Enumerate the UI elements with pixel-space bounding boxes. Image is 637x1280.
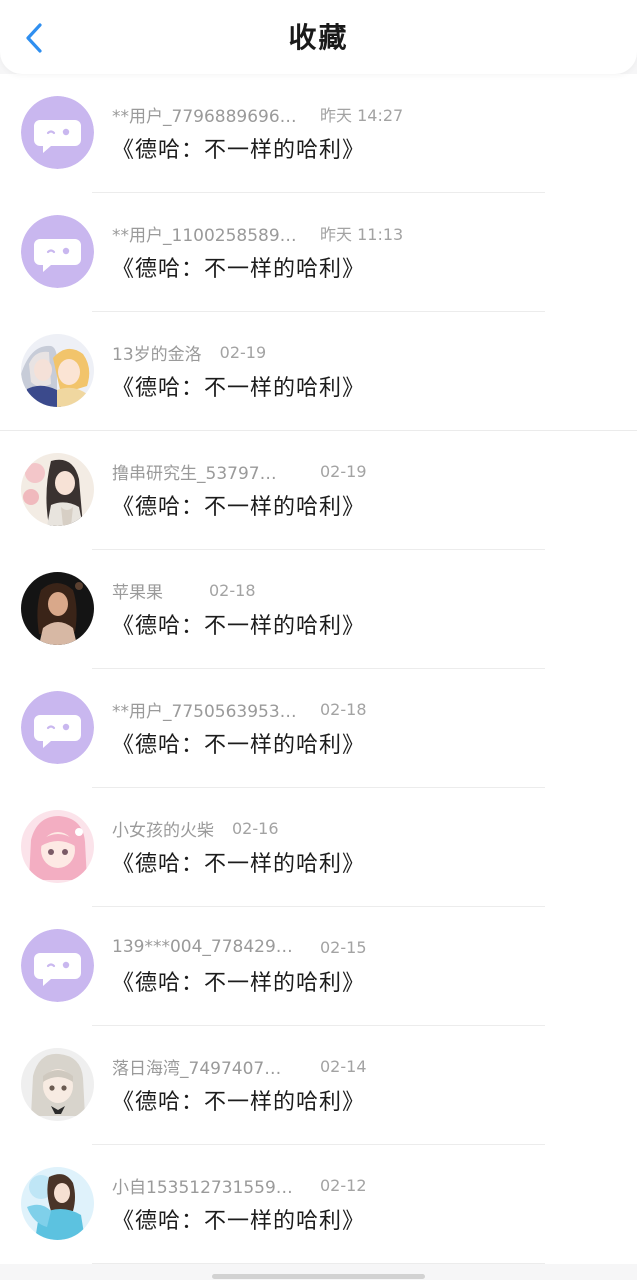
item-meta: **用户_1100258589… 昨天 11:13 bbox=[112, 221, 404, 246]
list-item[interactable]: 小女孩的火柴 02-16 《德哈：不一样的哈利》 bbox=[0, 788, 637, 907]
username[interactable]: **用户_1100258589… bbox=[112, 221, 298, 246]
page-title: 收藏 bbox=[288, 21, 349, 54]
list-item[interactable]: 撸串研究生_53797… 02-19 《德哈：不一样的哈利》 bbox=[0, 431, 637, 550]
photo-woman-avatar-icon bbox=[21, 572, 94, 645]
list-item[interactable]: **用户_7750563953… 02-18 《德哈：不一样的哈利》 bbox=[0, 669, 637, 788]
book-title: 《德哈：不一样的哈利》 bbox=[112, 495, 366, 520]
book-title: 《德哈：不一样的哈利》 bbox=[112, 852, 366, 877]
timestamp: 02-16 bbox=[232, 818, 279, 838]
avatar[interactable] bbox=[21, 453, 94, 526]
book-title: 《德哈：不一样的哈利》 bbox=[112, 376, 366, 401]
username[interactable]: **用户_7750563953… bbox=[112, 697, 298, 722]
book-title: 《德哈：不一样的哈利》 bbox=[112, 971, 366, 996]
timestamp: 昨天 14:27 bbox=[320, 106, 404, 125]
item-meta: 小自153512731559… 02-12 bbox=[112, 1173, 367, 1198]
timestamp: 02-12 bbox=[320, 1175, 367, 1195]
book-title: 《德哈：不一样的哈利》 bbox=[112, 138, 366, 163]
username[interactable]: 落日海湾_7497407… bbox=[112, 1054, 298, 1079]
username[interactable]: 小女孩的火柴 bbox=[112, 816, 214, 841]
timestamp: 02-19 bbox=[320, 461, 367, 481]
anime-blue-dress-avatar-icon bbox=[21, 1167, 94, 1240]
timestamp: 02-19 bbox=[219, 342, 267, 362]
timestamp: 昨天 11:13 bbox=[320, 225, 404, 244]
anime-couple-avatar-icon bbox=[21, 334, 94, 407]
avatar[interactable] bbox=[21, 96, 94, 169]
username[interactable]: 苹果果 bbox=[112, 578, 163, 603]
default-chat-avatar-icon bbox=[21, 929, 94, 1002]
item-meta: 落日海湾_7497407… 02-14 bbox=[112, 1054, 367, 1079]
item-meta: 13岁的金洛 02-19 bbox=[112, 340, 267, 365]
anime-long-hair-avatar-icon bbox=[21, 453, 94, 526]
avatar[interactable] bbox=[21, 810, 94, 883]
item-meta: 苹果果 02-18 bbox=[112, 578, 256, 603]
item-meta: 小女孩的火柴 02-16 bbox=[112, 816, 279, 841]
favorites-list: **用户_7796889696… 昨天 14:27 《德哈：不一样的哈利》 **… bbox=[0, 74, 637, 1264]
list-item[interactable]: **用户_7796889696… 昨天 14:27 《德哈：不一样的哈利》 bbox=[0, 74, 637, 193]
book-title: 《德哈：不一样的哈利》 bbox=[112, 733, 366, 758]
username[interactable]: 13岁的金洛 bbox=[112, 340, 202, 365]
avatar[interactable] bbox=[21, 1167, 94, 1240]
default-chat-avatar-icon bbox=[21, 691, 94, 764]
list-item[interactable]: 苹果果 02-18 《德哈：不一样的哈利》 bbox=[0, 550, 637, 669]
timestamp: 02-18 bbox=[320, 699, 367, 719]
anime-silver-hair-avatar-icon bbox=[21, 1048, 94, 1121]
anime-pink-hair-avatar-icon bbox=[21, 810, 94, 883]
default-chat-avatar-icon bbox=[21, 96, 94, 169]
username[interactable]: 139***004_7784297… bbox=[112, 937, 298, 957]
book-title: 《德哈：不一样的哈利》 bbox=[112, 1090, 366, 1115]
timestamp: 02-18 bbox=[209, 580, 256, 600]
top-bar: 收藏 bbox=[0, 0, 637, 74]
home-indicator[interactable] bbox=[212, 1274, 425, 1279]
avatar[interactable] bbox=[21, 691, 94, 764]
item-meta: **用户_7796889696… 昨天 14:27 bbox=[112, 102, 404, 127]
avatar[interactable] bbox=[21, 334, 94, 407]
book-title: 《德哈：不一样的哈利》 bbox=[112, 1209, 366, 1234]
timestamp: 02-15 bbox=[320, 937, 367, 957]
item-meta: 撸串研究生_53797… 02-19 bbox=[112, 459, 367, 484]
book-title: 《德哈：不一样的哈利》 bbox=[112, 257, 366, 282]
list-item[interactable]: 小自153512731559… 02-12 《德哈：不一样的哈利》 bbox=[0, 1145, 637, 1264]
username[interactable]: 撸串研究生_53797… bbox=[112, 459, 298, 484]
timestamp: 02-14 bbox=[320, 1056, 367, 1076]
avatar[interactable] bbox=[21, 215, 94, 288]
item-meta: **用户_7750563953… 02-18 bbox=[112, 697, 367, 722]
username[interactable]: **用户_7796889696… bbox=[112, 102, 298, 127]
list-item[interactable]: 13岁的金洛 02-19 《德哈：不一样的哈利》 bbox=[0, 312, 637, 431]
book-title: 《德哈：不一样的哈利》 bbox=[112, 614, 366, 639]
avatar[interactable] bbox=[21, 1048, 94, 1121]
avatar[interactable] bbox=[21, 929, 94, 1002]
list-item[interactable]: 落日海湾_7497407… 02-14 《德哈：不一样的哈利》 bbox=[0, 1026, 637, 1145]
default-chat-avatar-icon bbox=[21, 215, 94, 288]
username[interactable]: 小自153512731559… bbox=[112, 1173, 298, 1198]
avatar[interactable] bbox=[21, 572, 94, 645]
list-item[interactable]: 139***004_7784297… 02-15 《德哈：不一样的哈利》 bbox=[0, 907, 637, 1026]
divider bbox=[92, 1263, 545, 1264]
item-meta: 139***004_7784297… 02-15 bbox=[112, 935, 367, 959]
list-item[interactable]: **用户_1100258589… 昨天 11:13 《德哈：不一样的哈利》 bbox=[0, 193, 637, 312]
